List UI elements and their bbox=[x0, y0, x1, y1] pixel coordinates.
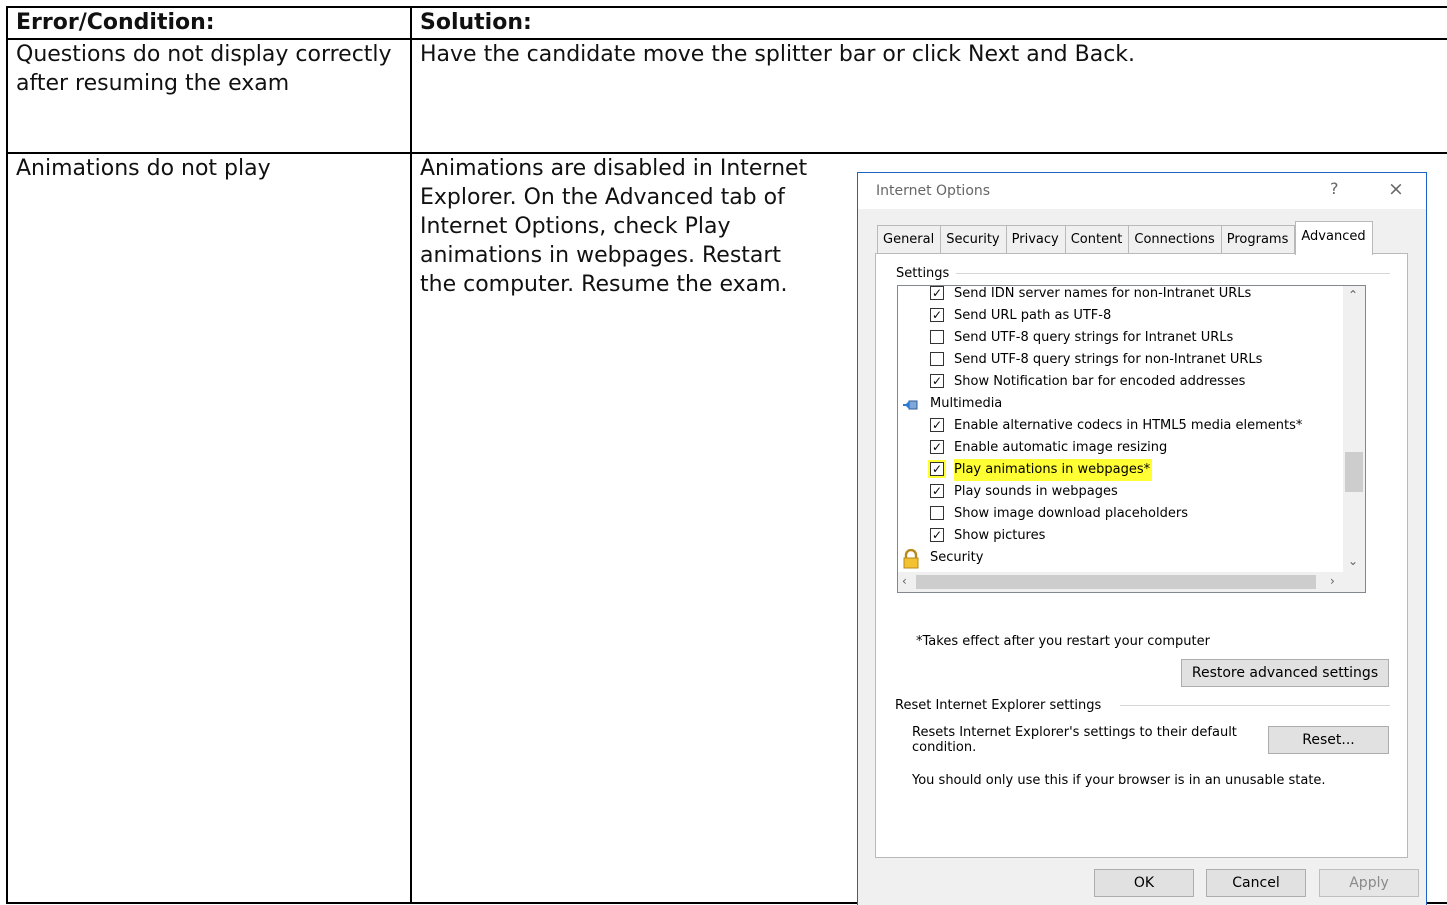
checked-checkbox[interactable]: ✓ bbox=[930, 440, 944, 454]
reset-description: Resets Internet Explorer's settings to t… bbox=[912, 725, 1237, 755]
settings-option[interactable]: ✓ Enable alternative codecs in HTML5 medi… bbox=[898, 415, 1338, 437]
settings-option-label: Show pictures bbox=[954, 528, 1046, 543]
reset-button[interactable]: Reset... bbox=[1268, 726, 1389, 754]
condition-cell: Animations do not play bbox=[6, 152, 412, 904]
header-condition: Error/Condition: bbox=[6, 6, 412, 40]
settings-option-label: Send IDN server names for non-Intranet U… bbox=[954, 286, 1252, 301]
table-header-row: Error/Condition: Solution: bbox=[6, 6, 1447, 40]
tab-programs[interactable]: Programs bbox=[1220, 225, 1296, 255]
settings-group-label: Settings bbox=[896, 266, 956, 281]
checked-checkbox[interactable]: ✓ bbox=[930, 308, 944, 322]
settings-group-line bbox=[956, 273, 1390, 274]
dialog-title: Internet Options bbox=[876, 183, 991, 199]
horizontal-scrollbar[interactable]: ‹ › bbox=[898, 572, 1365, 592]
settings-option-label: Play sounds in webpages bbox=[954, 484, 1118, 499]
settings-option[interactable]: Send UTF-8 query strings for Intranet UR… bbox=[898, 327, 1338, 349]
ok-button[interactable]: OK bbox=[1094, 869, 1194, 897]
solution-text: Animations are disabled in Internet Expl… bbox=[420, 156, 808, 297]
settings-option-label: Send UTF-8 query strings for non-Intrane… bbox=[954, 352, 1263, 367]
scroll-up-icon[interactable]: ⌃ bbox=[1348, 288, 1358, 302]
condition-cell: Questions do not display correctly after… bbox=[6, 38, 412, 154]
settings-option-label: Show image download placeholders bbox=[954, 506, 1188, 521]
scroll-right-icon[interactable]: › bbox=[1330, 574, 1335, 588]
checked-checkbox[interactable]: ✓ bbox=[930, 374, 944, 388]
internet-options-dialog: Internet Options ? × General Security Priv… bbox=[857, 172, 1427, 905]
scroll-left-icon[interactable]: ‹ bbox=[902, 574, 907, 588]
settings-option-label: Enable automatic image resizing bbox=[954, 440, 1168, 455]
scroll-down-icon[interactable]: ⌄ bbox=[1348, 554, 1358, 568]
header-solution: Solution: bbox=[410, 6, 1447, 40]
unusable-note: You should only use this if your browser… bbox=[912, 773, 1326, 788]
reset-group-label: Reset Internet Explorer settings bbox=[895, 698, 1108, 713]
settings-option[interactable]: ✓ Play animations in webpages* bbox=[898, 459, 1338, 481]
unchecked-checkbox[interactable] bbox=[930, 506, 944, 520]
checked-checkbox[interactable]: ✓ bbox=[930, 528, 944, 542]
dialog-titlebar: Internet Options ? × bbox=[858, 173, 1426, 209]
help-icon[interactable]: ? bbox=[1330, 179, 1339, 198]
settings-option-label: Enable alternative codecs in HTML5 media… bbox=[954, 418, 1303, 433]
tab-strip: General Security Privacy Content Connections… bbox=[877, 221, 1373, 255]
settings-category-label: Multimedia bbox=[930, 396, 1003, 411]
checked-checkbox[interactable]: ✓ bbox=[930, 484, 944, 498]
horizontal-scroll-thumb[interactable] bbox=[916, 575, 1316, 589]
settings-option-label: Send UTF-8 query strings for Intranet UR… bbox=[954, 330, 1234, 345]
document-page: Error/Condition: Solution: Questions do … bbox=[0, 0, 1447, 905]
settings-option[interactable]: Send UTF-8 query strings for non-Intrane… bbox=[898, 349, 1338, 371]
reset-group-line bbox=[1120, 705, 1390, 706]
settings-option-label: Play animations in webpages* bbox=[954, 459, 1153, 481]
apply-button[interactable]: Apply bbox=[1319, 869, 1419, 897]
settings-option[interactable]: ✓ Send IDN server names for non-Intranet … bbox=[898, 286, 1338, 305]
tab-general[interactable]: General bbox=[877, 225, 941, 255]
restart-note: *Takes effect after you restart your com… bbox=[916, 634, 1210, 649]
settings-list[interactable]: ✓ Send IDN server names for non-Intranet … bbox=[897, 285, 1366, 593]
checked-checkbox[interactable]: ✓ bbox=[930, 286, 944, 300]
solution-cell: Have the candidate move the splitter bar… bbox=[410, 38, 1447, 154]
vertical-scroll-thumb[interactable] bbox=[1345, 452, 1363, 492]
tab-advanced[interactable]: Advanced bbox=[1295, 221, 1373, 255]
table-row: Questions do not display correctly after… bbox=[6, 38, 1447, 154]
settings-option[interactable]: ✓ Enable automatic image resizing bbox=[898, 437, 1338, 459]
unchecked-checkbox[interactable] bbox=[930, 352, 944, 366]
restore-advanced-settings-button[interactable]: Restore advanced settings bbox=[1181, 659, 1389, 687]
close-icon[interactable]: × bbox=[1388, 178, 1404, 200]
cancel-button[interactable]: Cancel bbox=[1206, 869, 1306, 897]
settings-option[interactable]: ✓ Send URL path as UTF-8 bbox=[898, 305, 1338, 327]
settings-option[interactable]: ✓ Play sounds in webpages bbox=[898, 481, 1338, 503]
tab-privacy[interactable]: Privacy bbox=[1005, 225, 1065, 255]
settings-option[interactable]: Show image download placeholders bbox=[898, 503, 1338, 525]
checked-checkbox[interactable]: ✓ bbox=[930, 418, 944, 432]
checked-checkbox[interactable]: ✓ bbox=[928, 460, 946, 478]
tab-connections[interactable]: Connections bbox=[1128, 225, 1221, 255]
settings-category: Multimedia bbox=[898, 393, 1338, 415]
settings-option-label: Show Notification bar for encoded addres… bbox=[954, 374, 1246, 389]
settings-option[interactable]: ✓ Show pictures bbox=[898, 525, 1338, 547]
tab-security[interactable]: Security bbox=[940, 225, 1006, 255]
settings-category: Security bbox=[898, 547, 1338, 569]
settings-option-label: Send URL path as UTF-8 bbox=[954, 308, 1112, 323]
tab-content[interactable]: Content bbox=[1064, 225, 1129, 255]
settings-category-label: Security bbox=[930, 550, 984, 565]
unchecked-checkbox[interactable] bbox=[930, 330, 944, 344]
vertical-scrollbar[interactable]: ⌃ ⌄ bbox=[1343, 286, 1365, 572]
settings-option[interactable]: ✓ Show Notification bar for encoded addre… bbox=[898, 371, 1338, 393]
